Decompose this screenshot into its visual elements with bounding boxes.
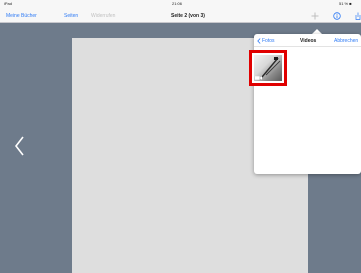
- pages-button[interactable]: Seiten: [64, 13, 78, 19]
- my-books-button[interactable]: Meine Bücher: [6, 13, 37, 19]
- add-icon[interactable]: [311, 12, 319, 20]
- info-icon[interactable]: [333, 12, 341, 20]
- share-icon[interactable]: [355, 12, 361, 20]
- chevron-left-icon[interactable]: [257, 38, 261, 44]
- undo-button[interactable]: Widerrufen: [91, 13, 115, 19]
- popover-title: Videos: [300, 38, 317, 44]
- page-title: Seite 2 (von 3): [171, 13, 205, 19]
- battery-label: 51 % ■: [339, 1, 352, 6]
- status-bar: iPad 21:06 51 % ■: [0, 0, 361, 8]
- carrier-label: iPad: [4, 1, 13, 6]
- back-to-photos-button[interactable]: Fotos: [262, 38, 275, 44]
- background-panel: [309, 200, 361, 273]
- cancel-button[interactable]: Abbrechen: [334, 38, 358, 44]
- video-camera-icon: [255, 76, 262, 80]
- video-thumbnail[interactable]: [254, 55, 282, 81]
- chevron-left-icon[interactable]: [12, 135, 28, 157]
- popover-header: Fotos Videos Abbrechen: [254, 34, 361, 47]
- clock-label: 21:06: [172, 1, 183, 6]
- navigation-bar: Meine Bücher Seiten Widerrufen Seite 2 (…: [0, 8, 361, 23]
